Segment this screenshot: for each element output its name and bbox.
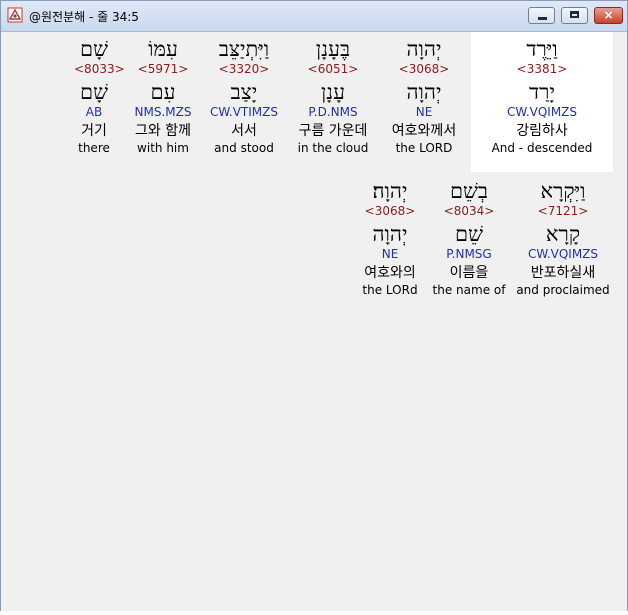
strong-number[interactable]: <3320> [206, 62, 282, 76]
hebrew-lemma: יָצַב [230, 80, 258, 104]
title-bar[interactable]: @원전분해 - 줄 34:5 × [1, 1, 627, 32]
korean-gloss: 반포하실새 [530, 265, 596, 281]
morphology-code: CW.VQIMZS [527, 247, 599, 261]
english-gloss: in the cloud [297, 141, 369, 155]
word-cell[interactable]: יְהוָה׃ <3068> יְהוָה NE 여호와의 the LORd [356, 178, 424, 297]
app-window: @원전분해 - 줄 34:5 × שָׁם <8033> שָׁם AB 거기 … [0, 0, 628, 615]
korean-gloss: 서서 [231, 123, 257, 139]
hebrew-word: בֶּעָנָן [315, 37, 351, 61]
korean-gloss: 이름을 [449, 265, 489, 281]
hebrew-word: בְשֵׁם [449, 179, 489, 203]
korean-gloss: 여호와께서 [391, 123, 457, 139]
english-gloss: with him [137, 141, 189, 155]
word-cell[interactable]: בְשֵׁם <8034> שֵׁם P.NMSG 이름을 the name o… [429, 178, 509, 297]
korean-gloss: 거기 [81, 123, 107, 139]
english-gloss: the LORd [362, 283, 418, 297]
word-cell[interactable]: יְהוָה <3068> יְהוָה NE 여호와께서 the LORD [382, 36, 466, 155]
morphology-code: P.NMSG [446, 247, 492, 261]
minimize-button[interactable] [528, 7, 555, 24]
close-icon: × [603, 8, 614, 22]
korean-gloss: 여호와의 [364, 265, 416, 281]
strong-number[interactable]: <8034> [429, 204, 509, 218]
english-gloss: And - descended [491, 141, 593, 155]
morphology-code: P.D.NMS [308, 105, 358, 119]
window-title: @원전분해 - 줄 34:5 [29, 10, 139, 24]
strong-number[interactable]: <7121> [512, 204, 614, 218]
english-gloss: there [78, 141, 110, 155]
hebrew-word: וַיִּקְרָא [540, 179, 586, 203]
strong-number[interactable]: <3068> [382, 62, 466, 76]
morphology-code: NMS.MZS [134, 105, 192, 119]
maximize-button[interactable] [561, 7, 588, 24]
hebrew-lemma: עָנָן [320, 80, 346, 104]
hebrew-word: וַיִּתְיַצֵּב [218, 37, 270, 61]
morphology-code: NE [415, 105, 433, 119]
morphology-code: NE [381, 247, 399, 261]
word-cell[interactable]: וַיִּקְרָא <7121> קָרָא CW.VQIMZS 반포하실새 … [512, 178, 614, 297]
english-gloss: and stood [214, 141, 274, 155]
strong-number[interactable]: <8033> [74, 62, 125, 76]
morphology-code: CW.VQIMZS [506, 105, 578, 119]
word-cell[interactable]: עִמּוֹ <5971> עִם NMS.MZS 그와 함께 with him [127, 36, 199, 155]
hebrew-word: עִמּוֹ [148, 37, 178, 61]
minimize-icon [538, 17, 547, 20]
korean-gloss: 강림하사 [516, 123, 568, 139]
maximize-icon [570, 11, 579, 18]
morphology-code: AB [85, 105, 103, 119]
hebrew-word: וַיֵּרֶד [526, 37, 558, 61]
hebrew-word: יְהוָה [406, 37, 442, 61]
hebrew-lemma: עִם [150, 80, 176, 104]
korean-gloss: 구름 가운데 [298, 123, 368, 139]
strong-number[interactable]: <3381> [471, 62, 613, 76]
hebrew-lemma: קָרָא [545, 222, 581, 246]
hebrew-lemma: יָרַד [529, 80, 555, 104]
word-cell[interactable]: בֶּעָנָן <6051> עָנָן P.D.NMS 구름 가운데 in … [292, 36, 374, 155]
hebrew-lemma: יְהוָה [406, 80, 442, 104]
word-cell[interactable]: וַיִּתְיַצֵּב <3320> יָצַב CW.VTIMZS 서서 … [206, 36, 282, 155]
interlinear-panel: שָׁם <8033> שָׁם AB 거기 there עִמּוֹ <597… [8, 32, 622, 612]
strong-number[interactable]: <5971> [127, 62, 199, 76]
english-gloss: the name of [432, 283, 506, 297]
hebrew-lemma: שָׁם [80, 80, 108, 104]
word-cell[interactable]: שָׁם <8033> שָׁם AB 거기 there [74, 36, 125, 155]
english-gloss: the LORD [395, 141, 453, 155]
app-icon [7, 7, 23, 23]
word-cell-selected[interactable]: וַיֵּרֶד <3381> יָרַד CW.VQIMZS 강림하사 And… [471, 32, 613, 172]
hebrew-lemma: שֵׁם [455, 222, 483, 246]
window-bottom-edge [0, 611, 628, 615]
close-button[interactable]: × [594, 7, 623, 24]
english-gloss: and proclaimed [516, 283, 610, 297]
korean-gloss: 그와 함께 [135, 123, 191, 139]
morphology-code: CW.VTIMZS [210, 105, 278, 119]
strong-number[interactable]: <6051> [292, 62, 374, 76]
hebrew-word: יְהוָה׃ [372, 179, 408, 203]
hebrew-lemma: יְהוָה [372, 222, 408, 246]
hebrew-word: שָׁם [80, 37, 108, 61]
strong-number[interactable]: <3068> [356, 204, 424, 218]
